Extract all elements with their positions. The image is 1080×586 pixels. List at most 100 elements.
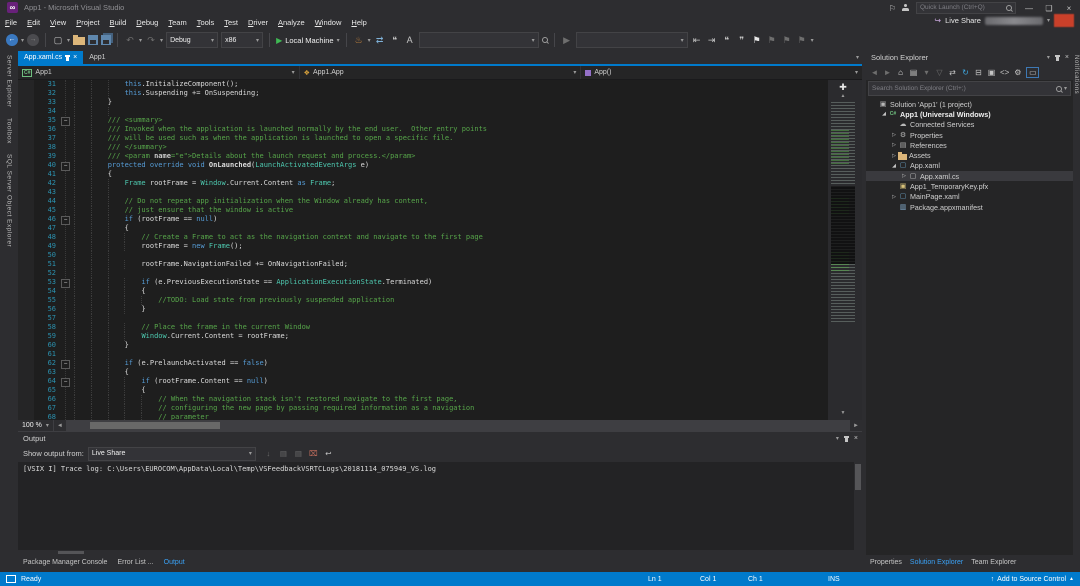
tree-item-references[interactable]: ▷▤References	[866, 140, 1073, 150]
solution-platforms-dropdown[interactable]: x86▾	[221, 32, 263, 48]
close-panel-icon[interactable]: ×	[854, 435, 858, 442]
project-dropdown[interactable]: C# App1▾	[18, 66, 300, 79]
dropdown-caret-icon[interactable]: ▾	[160, 37, 163, 44]
search-options-caret-icon[interactable]: ▾	[1064, 85, 1067, 92]
code-line[interactable]: 37 /// will be used such as when the app…	[18, 134, 828, 143]
add-to-source-control-button[interactable]: ↑ Add to Source Control ▲	[991, 576, 1074, 583]
expanded-arrow-icon[interactable]: ◢	[880, 111, 888, 117]
collapsed-arrow-icon[interactable]: ▷	[890, 132, 898, 138]
notifications-flag-icon[interactable]: ⚐	[889, 4, 896, 13]
save-icon[interactable]	[88, 35, 98, 45]
menu-build[interactable]: Build	[105, 18, 132, 27]
run-gray-icon[interactable]: ▶	[561, 34, 573, 46]
solution-configurations-dropdown[interactable]: Debug▾	[166, 32, 218, 48]
solution-explorer-header[interactable]: Solution Explorer ▾ ×	[866, 51, 1073, 64]
feedback-bubble-icon[interactable]: ❝	[389, 34, 401, 46]
open-folder-icon[interactable]	[73, 37, 85, 45]
scroll-down-icon[interactable]: ▼	[828, 410, 858, 416]
document-tab-app1[interactable]: App1	[83, 51, 111, 64]
nav-back-icon[interactable]: ←	[6, 34, 18, 46]
collapsed-arrow-icon[interactable]: ▷	[890, 153, 898, 159]
tree-item-app1-temporarykey-pfx[interactable]: ▣App1_TemporaryKey.pfx	[866, 181, 1073, 191]
collapse-all-icon[interactable]: ⊟	[974, 68, 983, 77]
home-icon[interactable]: ⌂	[896, 68, 905, 77]
view-code-icon[interactable]: <>	[1000, 68, 1009, 77]
close-button[interactable]: ×	[1062, 4, 1076, 13]
tab-list-caret-icon[interactable]: ▾	[856, 54, 859, 61]
code-line[interactable]: 38 /// </summary>	[18, 143, 828, 152]
menu-driver[interactable]: Driver	[243, 18, 273, 27]
code-line[interactable]: 60 }	[18, 341, 828, 350]
pending-changes-filter-icon[interactable]: ▽	[935, 68, 944, 77]
find-combo[interactable]: ▾	[419, 32, 539, 48]
fold-toggle-icon[interactable]: −	[61, 360, 70, 369]
panel-tab-error-list-[interactable]: Error List ...	[117, 559, 153, 566]
code-line[interactable]: 55 //TODO: Load state from previously su…	[18, 296, 828, 305]
code-line[interactable]: 68 // parameter	[18, 413, 828, 420]
panel-tab-properties[interactable]: Properties	[870, 559, 902, 566]
expanded-arrow-icon[interactable]: ◢	[890, 163, 898, 169]
side-tab-sql-server-object-explorer[interactable]: SQL Server Object Explorer	[6, 154, 13, 247]
minimap-scrollbar[interactable]: ✚ ▲ ▼	[828, 80, 858, 420]
live-share-button[interactable]: Live Share	[945, 16, 981, 25]
profiler-icon[interactable]: ♨	[353, 34, 365, 46]
new-project-icon[interactable]: ▢	[52, 34, 64, 46]
notifications-tab[interactable]: Notifications	[1073, 55, 1079, 94]
menu-debug[interactable]: Debug	[131, 18, 163, 27]
dropdown-caret-icon[interactable]: ▾	[21, 37, 24, 44]
tree-item-mainpage-xaml[interactable]: ▷▢MainPage.xaml	[866, 192, 1073, 202]
window-position-caret-icon[interactable]: ▾	[1047, 54, 1050, 61]
refresh-icon[interactable]: ↻	[961, 68, 970, 77]
pin-tab-icon[interactable]	[66, 56, 69, 61]
code-line[interactable]: 42 Frame rootFrame = Window.Current.Cont…	[18, 179, 828, 188]
close-tab-icon[interactable]: ×	[73, 51, 77, 64]
code-line[interactable]: 43	[18, 188, 828, 197]
menu-team[interactable]: Team	[163, 18, 191, 27]
code-line[interactable]: 63 {	[18, 368, 828, 377]
document-tab-app.xaml.cs[interactable]: App.xaml.cs×	[18, 51, 83, 64]
pin-icon[interactable]	[845, 437, 848, 442]
split-handle-icon[interactable]: ✚	[828, 82, 858, 93]
properties-icon[interactable]: ⚙	[1013, 68, 1022, 77]
menu-project[interactable]: Project	[71, 18, 104, 27]
code-line[interactable]: 34	[18, 107, 828, 116]
start-debugging-button[interactable]: ▶Local Machine▾	[276, 36, 340, 45]
dropdown-caret-icon[interactable]: ▾	[811, 37, 814, 44]
goto-message-icon[interactable]: ↓	[264, 449, 273, 458]
scroll-up-icon[interactable]: ▲	[828, 93, 858, 99]
panel-tab-package-manager-console[interactable]: Package Manager Console	[23, 559, 107, 566]
back-icon[interactable]: ◄	[870, 68, 879, 77]
code-line[interactable]: 51 rootFrame.NavigationFailed += OnNavig…	[18, 260, 828, 269]
fold-toggle-icon[interactable]: −	[61, 279, 70, 288]
find-icon[interactable]	[542, 37, 548, 43]
menu-tools[interactable]: Tools	[192, 18, 220, 27]
tree-item-app1-universal-windows-[interactable]: ◢C#App1 (Universal Windows)	[866, 109, 1073, 119]
collapsed-arrow-icon[interactable]: ▷	[900, 173, 908, 179]
word-wrap-icon[interactable]: ↩	[324, 449, 333, 458]
scroll-left-icon[interactable]: ◄	[54, 423, 66, 429]
comment-icon[interactable]: ❝	[721, 34, 733, 46]
dropdown-caret-icon[interactable]: ▾	[139, 37, 142, 44]
account-caret-icon[interactable]: ▾	[1047, 17, 1050, 24]
panel-tab-team-explorer[interactable]: Team Explorer	[971, 559, 1016, 566]
menu-analyze[interactable]: Analyze	[273, 18, 310, 27]
menu-help[interactable]: Help	[346, 18, 371, 27]
code-line[interactable]: 58 // Place the frame in the current Win…	[18, 323, 828, 332]
send-feedback-icon[interactable]	[902, 4, 910, 12]
panel-tab-output[interactable]: Output	[164, 559, 185, 566]
code-line[interactable]: 44 // Do not repeat app initialization w…	[18, 197, 828, 206]
code-line[interactable]: 36 /// Invoked when the application is l…	[18, 125, 828, 134]
menu-view[interactable]: View	[45, 18, 71, 27]
redo-icon[interactable]: ↷	[145, 34, 157, 46]
output-horizontal-scrollbar[interactable]	[18, 550, 862, 555]
fold-toggle-icon[interactable]: −	[61, 117, 70, 126]
code-line[interactable]: 33 }	[18, 98, 828, 107]
code-line[interactable]: 49 rootFrame = new Frame();	[18, 242, 828, 251]
sync-with-active-document-icon[interactable]: ⇄	[948, 68, 957, 77]
increase-indent-icon[interactable]: ⇥	[706, 34, 718, 46]
forward-icon[interactable]: ►	[883, 68, 892, 77]
code-line[interactable]: 46− if (rootFrame == null)	[18, 215, 828, 224]
tree-item-properties[interactable]: ▷⚙Properties	[866, 130, 1073, 140]
window-position-caret-icon[interactable]: ▾	[836, 435, 839, 442]
code-line[interactable]: 64− if (rootFrame.Content == null)	[18, 377, 828, 386]
